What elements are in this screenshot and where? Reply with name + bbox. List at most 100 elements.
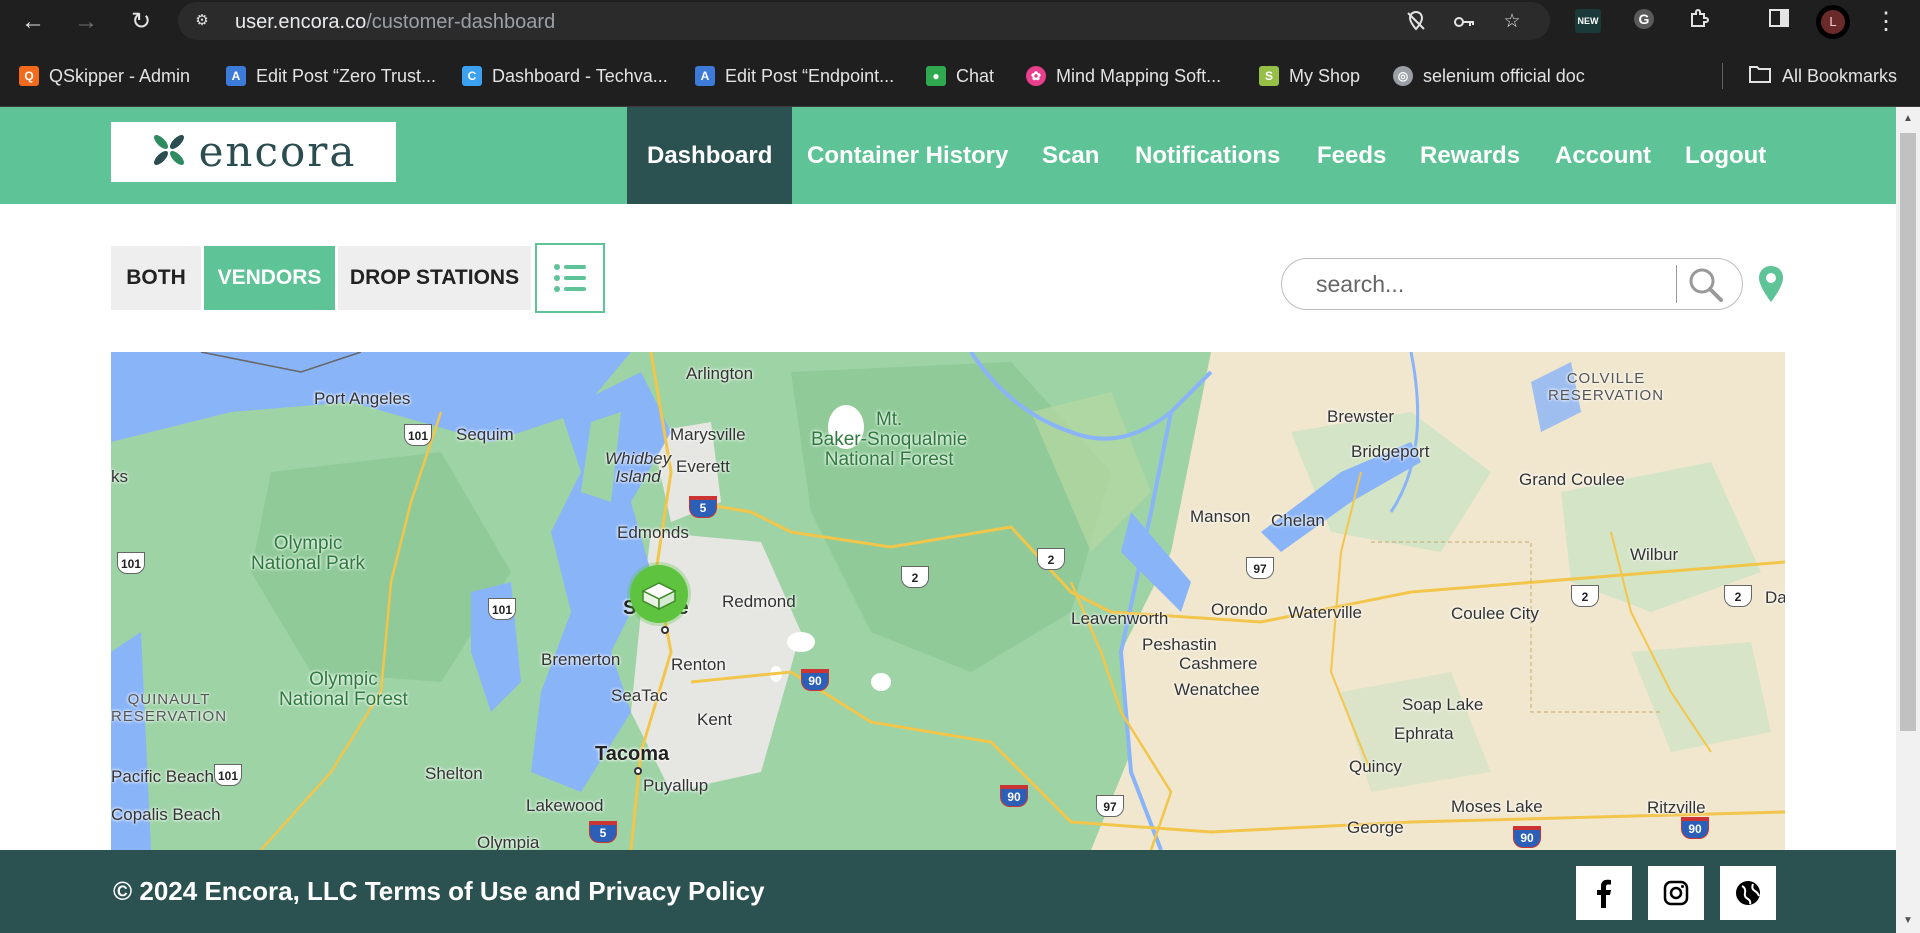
grammarly-icon[interactable]: G bbox=[1630, 7, 1658, 35]
folder-icon bbox=[1748, 64, 1772, 89]
shield-i5: 5 bbox=[589, 821, 617, 843]
shield-us101: 101 bbox=[488, 598, 516, 620]
nav-scan[interactable]: Scan bbox=[1022, 107, 1119, 204]
globe-icon: ◎ bbox=[1393, 66, 1413, 86]
map-label-quinault: QUINAULT RESERVATION bbox=[111, 691, 228, 725]
forward-icon[interactable]: → bbox=[72, 8, 100, 36]
site-info-icon[interactable]: ⚙ bbox=[192, 11, 212, 31]
encora-logo[interactable]: encora bbox=[111, 122, 396, 182]
url-text[interactable]: user.encora.co/customer-dashboard bbox=[235, 11, 555, 34]
bookmark-star-icon[interactable]: ☆ bbox=[1500, 10, 1524, 34]
map-label-pacific-beach: Pacific Beach bbox=[111, 767, 214, 786]
location-pin-icon[interactable] bbox=[1757, 264, 1785, 304]
nav-notifications[interactable]: Notifications bbox=[1115, 107, 1300, 204]
shield-i5: 5 bbox=[689, 496, 717, 518]
map-label-edmonds: Edmonds bbox=[617, 523, 689, 542]
address-bar[interactable]: ⚙ user.encora.co/customer-dashboard ☆ bbox=[178, 2, 1550, 40]
vendor-marker[interactable] bbox=[630, 565, 688, 623]
chat-icon: ● bbox=[926, 66, 946, 86]
key-icon[interactable] bbox=[1452, 10, 1476, 34]
nav-account[interactable]: Account bbox=[1535, 107, 1671, 204]
filter-vendors-button[interactable]: VENDORS bbox=[204, 246, 335, 310]
filter-both-button[interactable]: BOTH bbox=[111, 246, 201, 310]
map-label-grand-coulee: Grand Coulee bbox=[1519, 470, 1625, 489]
extensions-puzzle-icon[interactable] bbox=[1685, 7, 1713, 35]
nav-container-history[interactable]: Container History bbox=[787, 107, 1028, 204]
location-blocked-icon[interactable] bbox=[1404, 10, 1428, 34]
nav-logout[interactable]: Logout bbox=[1665, 107, 1786, 204]
menu-kebab-icon[interactable]: ⋮ bbox=[1872, 8, 1900, 36]
side-panel-icon[interactable] bbox=[1765, 7, 1793, 35]
search-input[interactable] bbox=[1316, 267, 1636, 301]
site-footer: © 2024 Encora, LLC Terms of Use and Priv… bbox=[0, 850, 1896, 933]
map-label-george: George bbox=[1347, 818, 1404, 837]
map-label-brewster: Brewster bbox=[1327, 407, 1395, 426]
profile-avatar[interactable]: L bbox=[1816, 5, 1850, 39]
nav-feeds[interactable]: Feeds bbox=[1297, 107, 1406, 204]
bookmark-mind-mapping[interactable]: ✿ Mind Mapping Soft... bbox=[1026, 65, 1221, 87]
map-label-kent: Kent bbox=[697, 710, 732, 729]
bookmark-edit-post-zero-trust[interactable]: A Edit Post “Zero Trust... bbox=[226, 65, 436, 87]
bookmark-chat[interactable]: ● Chat bbox=[926, 65, 994, 87]
search-icon[interactable] bbox=[1686, 265, 1726, 310]
wordpress-a-icon: A bbox=[226, 66, 246, 86]
map-label-arlington: Arlington bbox=[686, 364, 754, 383]
scroll-down-icon[interactable]: ▼ bbox=[1902, 915, 1914, 927]
shield-us2: 2 bbox=[901, 566, 929, 588]
map-label-mt-baker: Mt. Baker-Snoqualmie National Forest bbox=[811, 409, 968, 470]
map-label-whidbey-island: Whidbey Island bbox=[605, 449, 672, 486]
shield-us2: 2 bbox=[1571, 585, 1599, 607]
map-label-ritzville: Ritzville bbox=[1647, 798, 1706, 817]
facebook-button[interactable] bbox=[1576, 866, 1632, 920]
map-label-everett: Everett bbox=[676, 457, 730, 476]
map-label-chelan: Chelan bbox=[1271, 511, 1325, 530]
new-extension-badge[interactable]: NEW bbox=[1575, 9, 1601, 33]
website-button[interactable] bbox=[1720, 866, 1776, 920]
all-bookmarks-folder[interactable]: All Bookmarks bbox=[1748, 65, 1897, 87]
map-label-lakewood: Lakewood bbox=[526, 796, 604, 815]
map-label-manson: Manson bbox=[1190, 507, 1251, 526]
shield-us101: 101 bbox=[404, 424, 432, 446]
leaf-logo-icon bbox=[151, 132, 187, 173]
map-label-olympia: Olympia bbox=[477, 833, 540, 850]
map-label-copalis-beach: Copalis Beach bbox=[111, 805, 221, 824]
page-scrollbar[interactable]: ▲ ▼ bbox=[1896, 107, 1920, 933]
filter-drop-stations-button[interactable]: DROP STATIONS bbox=[338, 246, 531, 310]
back-icon[interactable]: ← bbox=[19, 8, 47, 36]
reload-icon[interactable]: ↻ bbox=[127, 8, 155, 36]
footer-copyright[interactable]: © 2024 Encora, LLC Terms of Use and Priv… bbox=[113, 876, 765, 907]
city-dot-seattle bbox=[661, 626, 669, 634]
bookmarks-divider bbox=[1722, 63, 1723, 89]
bookmark-my-shop[interactable]: S My Shop bbox=[1259, 65, 1360, 87]
shield-us2: 2 bbox=[1037, 548, 1065, 570]
search-box bbox=[1281, 258, 1743, 310]
map-label-marysville: Marysville bbox=[670, 425, 746, 444]
scroll-thumb[interactable] bbox=[1900, 133, 1916, 731]
map-label-tacoma: Tacoma bbox=[595, 743, 670, 765]
shield-us2: 2 bbox=[1724, 585, 1752, 607]
map-label-redmond: Redmond bbox=[722, 592, 796, 611]
site-header: encora Dashboard Container History Scan … bbox=[0, 107, 1896, 204]
map-label-olympic-np: Olympic National Park bbox=[251, 533, 366, 574]
bookmark-edit-post-endpoint[interactable]: A Edit Post “Endpoint... bbox=[695, 65, 894, 87]
bookmark-selenium-doc[interactable]: ◎ selenium official doc bbox=[1393, 65, 1585, 87]
map-label-coulee-city: Coulee City bbox=[1451, 604, 1539, 623]
map-label-bridgeport: Bridgeport bbox=[1351, 442, 1430, 461]
bookmark-dashboard-techva[interactable]: C Dashboard - Techva... bbox=[462, 65, 668, 87]
shield-i90: 90 bbox=[801, 669, 829, 691]
instagram-button[interactable] bbox=[1648, 866, 1704, 920]
browser-toolbar: ← → ↻ ⚙ user.encora.co/customer-dashboar… bbox=[0, 0, 1920, 43]
map-label-bremerton: Bremerton bbox=[541, 650, 621, 669]
list-view-button[interactable] bbox=[535, 243, 605, 313]
map-label-wilbur: Wilbur bbox=[1630, 545, 1679, 564]
map-label-orondo: Orondo bbox=[1211, 600, 1268, 619]
c-logo-icon: C bbox=[462, 66, 482, 86]
map-label-colville: COLVILLE RESERVATION bbox=[1548, 370, 1665, 404]
vendor-map[interactable]: Port Angeles Sequim Arlington Marysville… bbox=[111, 352, 1785, 850]
map-label-port-angeles: Port Angeles bbox=[314, 389, 411, 408]
scroll-up-icon[interactable]: ▲ bbox=[1902, 113, 1914, 125]
nav-rewards[interactable]: Rewards bbox=[1400, 107, 1540, 204]
bookmark-qskipper[interactable]: Q QSkipper - Admin bbox=[19, 65, 190, 87]
nav-dashboard[interactable]: Dashboard bbox=[627, 107, 793, 204]
map-label-quincy: Quincy bbox=[1349, 757, 1402, 776]
